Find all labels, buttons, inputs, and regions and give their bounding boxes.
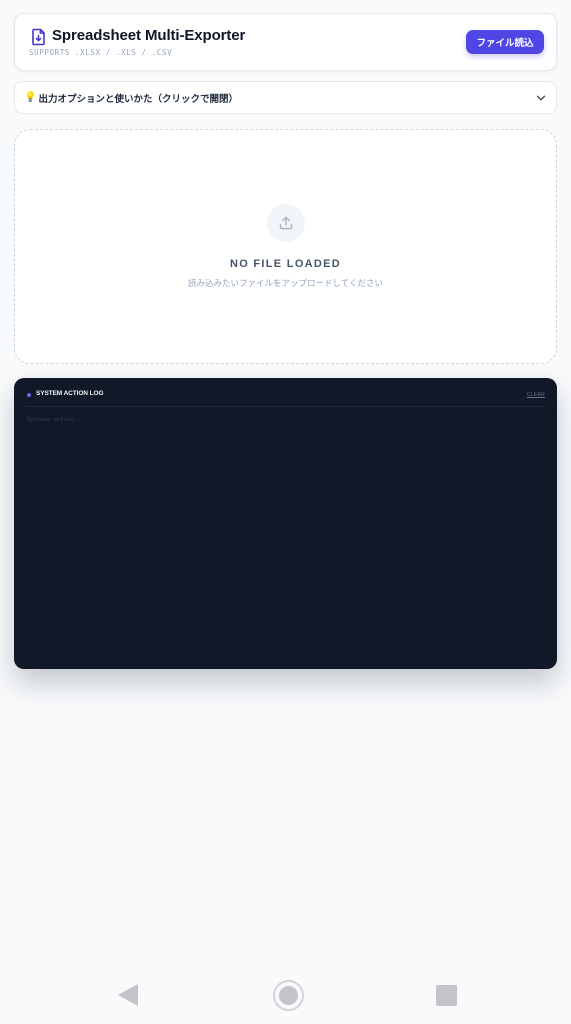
empty-state-description: 読み込みたいファイルをアップロードしてください	[188, 279, 383, 289]
app-subtitle: SUPPORTS .XLSX / .XLS / .CSV	[29, 48, 173, 57]
upload-icon-container	[267, 204, 305, 242]
file-download-icon	[32, 28, 45, 46]
file-import-button[interactable]: ファイル読込	[466, 30, 544, 54]
app-header: Spreadsheet Multi-Exporter SUPPORTS .XLS…	[14, 13, 557, 71]
chevron-down-icon	[536, 95, 546, 101]
empty-state-title: NO FILE LOADED	[229, 258, 342, 270]
log-status-dot	[27, 393, 31, 397]
help-accordion-toggle[interactable]: 💡 出力オプションと使いかた（クリックで開閉）	[14, 81, 557, 114]
file-drop-zone[interactable]: NO FILE LOADED 読み込みたいファイルをアップロードしてください	[14, 129, 557, 364]
home-circle-icon[interactable]	[273, 980, 304, 1011]
app-page: Spreadsheet Multi-Exporter SUPPORTS .XLS…	[0, 0, 571, 1024]
upload-icon	[279, 216, 293, 230]
app-title: Spreadsheet Multi-Exporter	[52, 27, 246, 44]
system-log-panel: SYSTEM ACTION LOG CLEAR Systems active..…	[14, 378, 557, 669]
lightbulb-icon: 💡	[24, 91, 37, 103]
log-clear-button[interactable]: CLEAR	[527, 392, 545, 398]
home-circle-inner	[279, 986, 298, 1005]
log-divider	[26, 406, 545, 407]
log-title: SYSTEM ACTION LOG	[36, 390, 104, 397]
log-line: Systems active...	[27, 417, 84, 423]
help-accordion-label: 出力オプションと使いかた（クリックで開閉）	[38, 93, 238, 105]
back-triangle-icon[interactable]	[117, 983, 139, 1007]
recents-square-icon[interactable]	[436, 985, 457, 1006]
